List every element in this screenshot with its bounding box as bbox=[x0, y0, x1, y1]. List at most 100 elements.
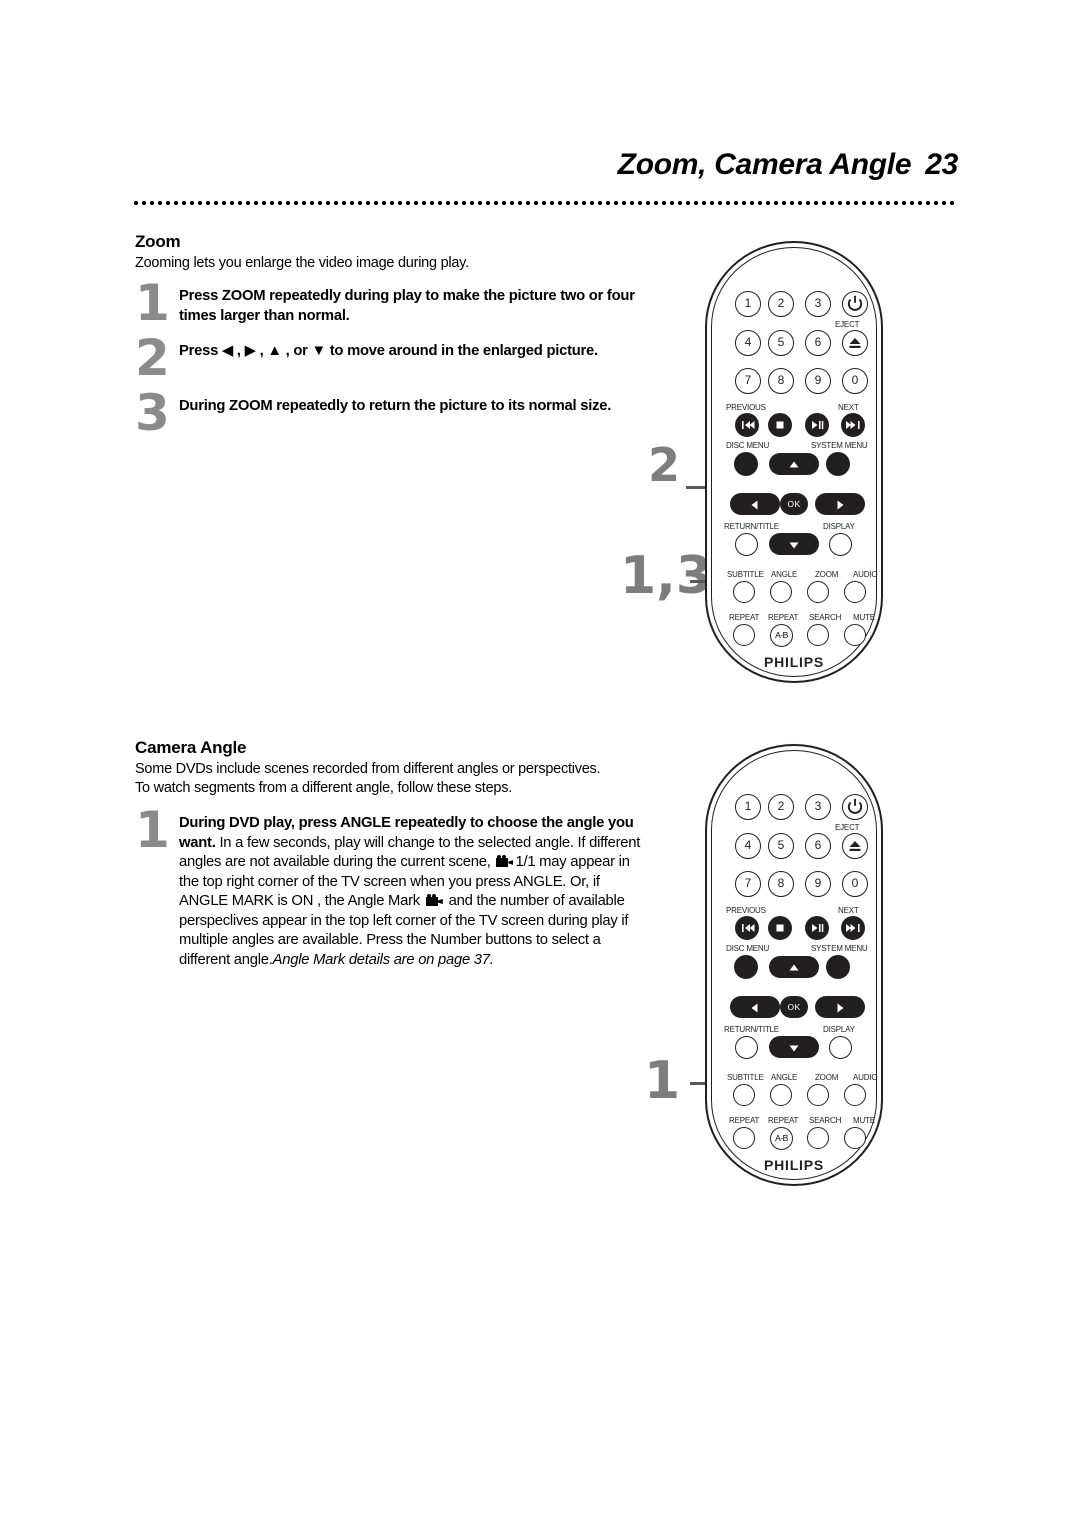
ok-button[interactable]: OK bbox=[780, 493, 808, 515]
return-title-button[interactable] bbox=[735, 533, 758, 556]
zoom-step-1-bold: Press ZOOM repeatedly during play to mak… bbox=[179, 288, 635, 324]
system-menu-button[interactable] bbox=[826, 452, 850, 476]
previous-button[interactable] bbox=[735, 916, 759, 940]
power-button[interactable] bbox=[842, 794, 868, 820]
repeat-label: REPEAT bbox=[729, 613, 760, 622]
eject-button[interactable] bbox=[842, 330, 868, 356]
repeat-ab-button[interactable]: A-B bbox=[770, 1127, 793, 1150]
previous-button[interactable] bbox=[735, 413, 759, 437]
camcorder-icon bbox=[496, 855, 514, 867]
stop-button[interactable] bbox=[768, 413, 792, 437]
angle-label: ANGLE bbox=[771, 1073, 798, 1082]
remote-key-3[interactable]: 3 bbox=[805, 291, 831, 317]
display-label: DISPLAY bbox=[823, 1025, 855, 1034]
page-number: 23 bbox=[925, 148, 958, 181]
nav-up-button[interactable] bbox=[769, 453, 819, 475]
eject-button[interactable] bbox=[842, 833, 868, 859]
zoom-intro: Zooming lets you enlarge the video image… bbox=[135, 255, 469, 271]
display-button[interactable] bbox=[829, 1036, 852, 1059]
stop-button[interactable] bbox=[768, 916, 792, 940]
zoom-step-3-bold: During ZOOM repeatedly to return the pic… bbox=[179, 398, 612, 414]
repeat-ab-label: REPEAT bbox=[768, 1116, 799, 1125]
search-label: SEARCH bbox=[809, 1116, 842, 1125]
nav-up-button[interactable] bbox=[769, 956, 819, 978]
remote-key-6[interactable]: 6 bbox=[805, 833, 831, 859]
nav-down-button[interactable] bbox=[769, 1036, 819, 1058]
search-button[interactable] bbox=[807, 624, 829, 646]
remote-key-7[interactable]: 7 bbox=[735, 368, 761, 394]
zoom-label: ZOOM bbox=[815, 1073, 839, 1082]
nav-down-button[interactable] bbox=[769, 533, 819, 555]
subtitle-label: SUBTITLE bbox=[727, 1073, 764, 1082]
remote-key-3[interactable]: 3 bbox=[805, 794, 831, 820]
zoom-button[interactable] bbox=[807, 581, 829, 603]
audio-label: AUDIO bbox=[853, 570, 878, 579]
remote-key-2[interactable]: 2 bbox=[768, 794, 794, 820]
remote-key-4[interactable]: 4 bbox=[735, 330, 761, 356]
subtitle-button[interactable] bbox=[733, 581, 755, 603]
remote-key-2[interactable]: 2 bbox=[768, 291, 794, 317]
remote-key-0[interactable]: 0 bbox=[842, 368, 868, 394]
next-label: NEXT bbox=[838, 403, 859, 412]
remote-key-4[interactable]: 4 bbox=[735, 833, 761, 859]
audio-button[interactable] bbox=[844, 1084, 866, 1106]
zoom-step-2-number: 2 bbox=[135, 329, 170, 387]
subtitle-button[interactable] bbox=[733, 1084, 755, 1106]
camera-angle-intro-line2: To watch segments from a different angle… bbox=[135, 780, 512, 796]
zoom-button[interactable] bbox=[807, 1084, 829, 1106]
next-button[interactable] bbox=[841, 916, 865, 940]
play-pause-button[interactable] bbox=[805, 916, 829, 940]
zoom-step-2-bold: Press ◀ , ▶ , ▲ , or ▼ to move around in… bbox=[179, 343, 598, 359]
mute-button[interactable] bbox=[844, 1127, 866, 1149]
callout-zoom-step-13: 1,3 bbox=[620, 546, 713, 606]
remote-key-5[interactable]: 5 bbox=[768, 330, 794, 356]
zoom-steps: 1 Press ZOOM repeatedly during play to m… bbox=[135, 278, 645, 442]
ok-button[interactable]: OK bbox=[780, 996, 808, 1018]
zoom-step-3-number: 3 bbox=[135, 384, 170, 442]
remote-key-8[interactable]: 8 bbox=[768, 368, 794, 394]
mute-label: MUTE bbox=[853, 1116, 875, 1125]
system-menu-button[interactable] bbox=[826, 955, 850, 979]
camera-angle-steps: 1 During DVD play, press ANGLE repeatedl… bbox=[135, 805, 650, 970]
disc-menu-button[interactable] bbox=[734, 452, 758, 476]
remote-key-5[interactable]: 5 bbox=[768, 833, 794, 859]
return-title-button[interactable] bbox=[735, 1036, 758, 1059]
play-pause-button[interactable] bbox=[805, 413, 829, 437]
system-menu-label: SYSTEM MENU bbox=[811, 441, 868, 450]
camera-angle-step-1-body: During DVD play, press ANGLE repeatedly … bbox=[179, 814, 650, 970]
next-button[interactable] bbox=[841, 413, 865, 437]
callout-angle-step-1: 1 bbox=[644, 1051, 681, 1111]
next-label: NEXT bbox=[838, 906, 859, 915]
repeat-button[interactable] bbox=[733, 624, 755, 646]
repeat-ab-button[interactable]: A-B bbox=[770, 624, 793, 647]
philips-logo: PHILIPS bbox=[763, 654, 825, 670]
nav-left-button[interactable] bbox=[730, 493, 780, 515]
angle-button[interactable] bbox=[770, 581, 792, 603]
remote-key-6[interactable]: 6 bbox=[805, 330, 831, 356]
remote-key-7[interactable]: 7 bbox=[735, 871, 761, 897]
remote-key-9[interactable]: 9 bbox=[805, 871, 831, 897]
system-menu-label: SYSTEM MENU bbox=[811, 944, 868, 953]
return-title-label: RETURN/TITLE bbox=[724, 522, 779, 531]
remote-key-9[interactable]: 9 bbox=[805, 368, 831, 394]
mute-button[interactable] bbox=[844, 624, 866, 646]
repeat-button[interactable] bbox=[733, 1127, 755, 1149]
remote-key-0[interactable]: 0 bbox=[842, 871, 868, 897]
angle-button[interactable] bbox=[770, 1084, 792, 1106]
remote-key-1[interactable]: 1 bbox=[735, 291, 761, 317]
page-header: Zoom, Camera Angle 23 bbox=[0, 148, 1080, 218]
power-button[interactable] bbox=[842, 291, 868, 317]
remote-key-8[interactable]: 8 bbox=[768, 871, 794, 897]
zoom-step-3-body: During ZOOM repeatedly to return the pic… bbox=[179, 397, 645, 417]
search-button[interactable] bbox=[807, 1127, 829, 1149]
disc-menu-button[interactable] bbox=[734, 955, 758, 979]
nav-right-button[interactable] bbox=[815, 493, 865, 515]
audio-button[interactable] bbox=[844, 581, 866, 603]
nav-left-button[interactable] bbox=[730, 996, 780, 1018]
eject-label: EJECT bbox=[835, 823, 860, 832]
search-label: SEARCH bbox=[809, 613, 842, 622]
remote-key-1[interactable]: 1 bbox=[735, 794, 761, 820]
display-button[interactable] bbox=[829, 533, 852, 556]
angle-mark-camcorder-icon bbox=[425, 894, 443, 906]
nav-right-button[interactable] bbox=[815, 996, 865, 1018]
